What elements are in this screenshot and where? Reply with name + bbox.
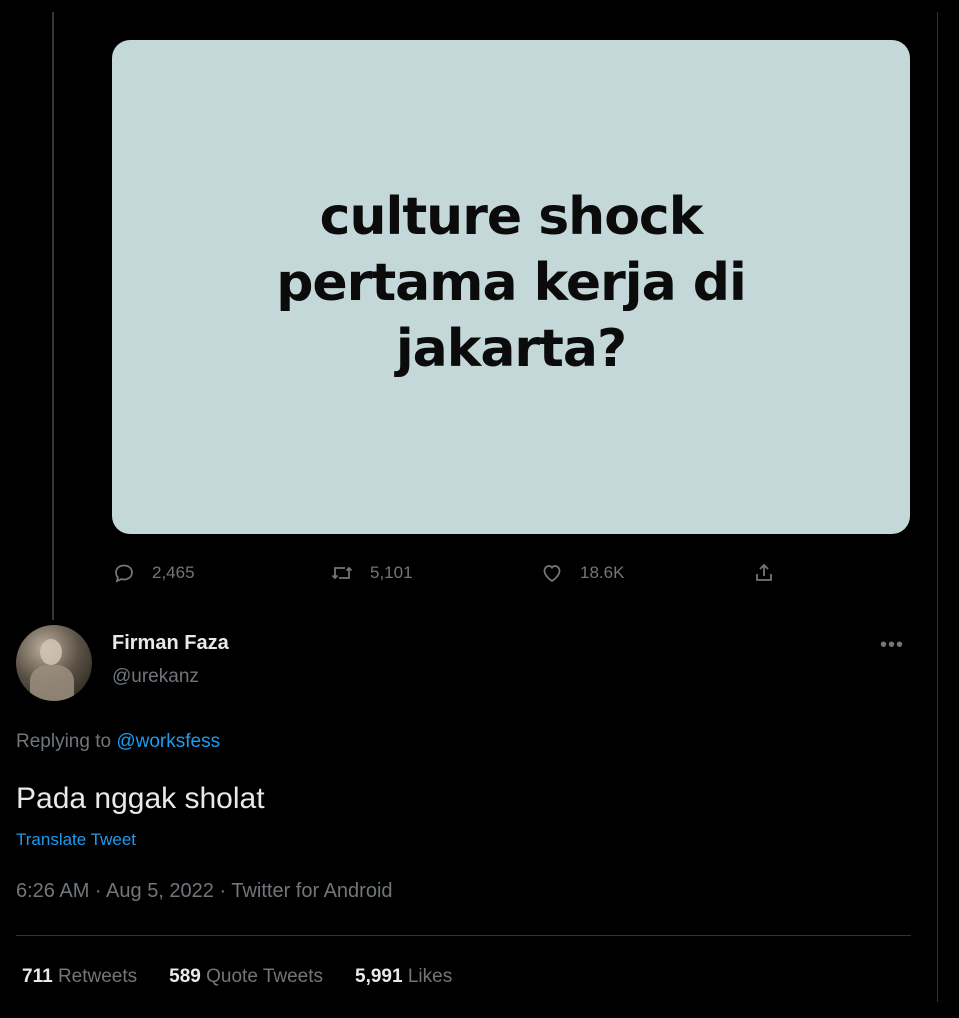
likes-label: Likes — [407, 966, 453, 987]
tweet-text: Pada nggak sholat — [16, 782, 265, 815]
quote-tweets-stat[interactable]: 589 Quote Tweets — [169, 966, 323, 988]
tweet-stats: 711 Retweets 589 Quote Tweets 5,991 Like… — [22, 966, 484, 988]
like-button[interactable]: 18.6K — [540, 558, 624, 588]
tweet-media-image[interactable]: culture shock pertama kerja di jakarta? — [112, 40, 910, 534]
translate-tweet-link[interactable]: Translate Tweet — [16, 830, 136, 850]
avatar[interactable] — [16, 625, 92, 701]
retweet-icon — [331, 566, 353, 580]
retweets-stat[interactable]: 711 Retweets — [22, 966, 137, 988]
retweets-label: Retweets — [57, 966, 138, 987]
replying-to-line: Replying to @worksfess — [16, 731, 220, 753]
quote-tweets-label: Quote Tweets — [206, 966, 324, 987]
like-count: 18.6K — [580, 563, 625, 582]
retweet-count: 5,101 — [370, 563, 413, 582]
reply-button[interactable]: 2,465 — [112, 558, 195, 588]
tweet-action-bar: 2,465 5,101 18.6K — [0, 558, 959, 588]
column-border — [937, 12, 938, 1002]
share-button[interactable] — [752, 558, 792, 588]
author-display-name[interactable]: Firman Faza — [112, 632, 229, 655]
replying-to-label: Replying to — [16, 731, 117, 752]
divider — [16, 935, 911, 936]
author-handle[interactable]: @urekanz — [112, 666, 199, 688]
thread-connector-line — [52, 12, 54, 620]
likes-stat[interactable]: 5,991 Likes — [355, 966, 452, 988]
media-caption-text: culture shock pertama kerja di jakarta? — [276, 187, 747, 379]
retweet-button[interactable]: 5,101 — [330, 558, 413, 588]
retweets-count: 711 — [22, 966, 53, 987]
likes-count: 5,991 — [355, 966, 403, 987]
more-options-icon[interactable]: ••• — [880, 634, 904, 657]
quote-tweets-count: 589 — [169, 966, 201, 987]
reply-icon — [115, 564, 133, 583]
reply-count: 2,465 — [152, 563, 195, 582]
heart-icon — [543, 565, 561, 583]
tweet-timestamp-source[interactable]: 6:26 AM · Aug 5, 2022 · Twitter for Andr… — [16, 880, 393, 903]
share-icon — [756, 563, 772, 581]
replying-to-mention-link[interactable]: @worksfess — [116, 731, 220, 752]
